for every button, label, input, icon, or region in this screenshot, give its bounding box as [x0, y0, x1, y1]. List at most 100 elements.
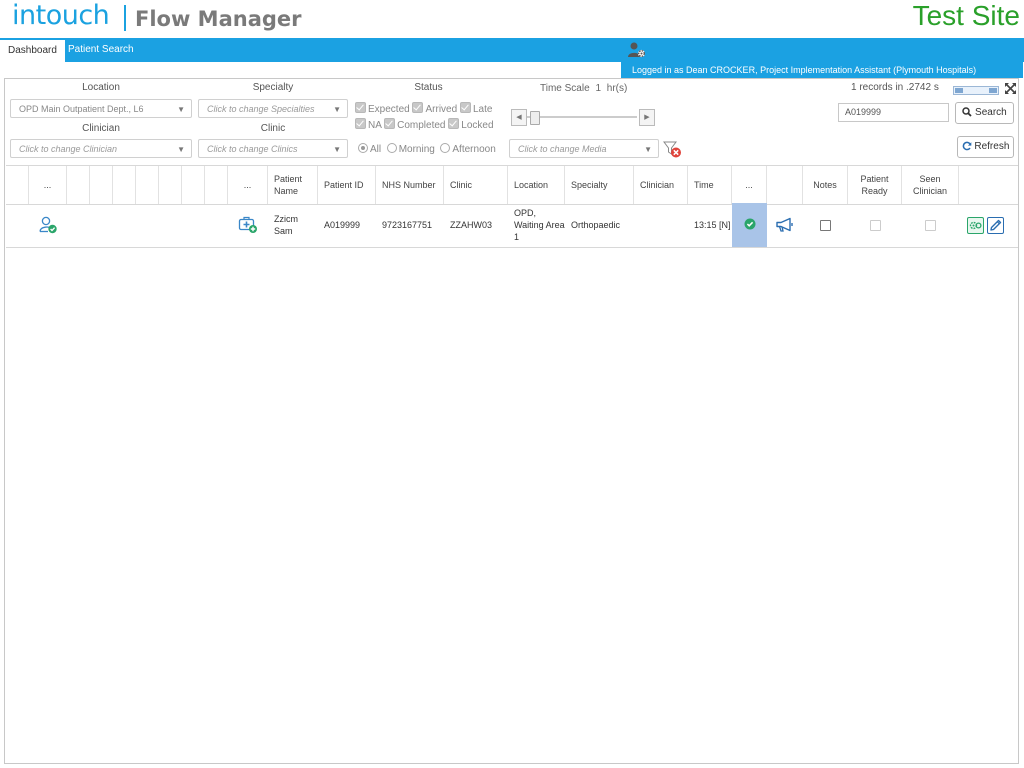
th-more-1[interactable]: ... — [29, 166, 67, 204]
location-label: Location — [82, 82, 120, 93]
checkbox-icon[interactable] — [355, 102, 366, 113]
clinic-select[interactable]: Click to change Clinics ▼ — [198, 139, 348, 158]
checkbox-icon[interactable] — [459, 102, 471, 113]
pencil-icon[interactable] — [987, 216, 1004, 234]
th-clinic[interactable]: Clinic — [444, 166, 508, 204]
th-more-3[interactable]: ... — [732, 166, 767, 204]
test-site-label: Test Site — [912, 0, 1020, 31]
cell-clinician — [634, 203, 688, 247]
search-input[interactable]: A019999 — [838, 103, 949, 122]
th-blank-3 — [90, 166, 113, 204]
cell-time: 13:15 [N] — [694, 220, 731, 230]
cell-status[interactable] — [732, 203, 767, 247]
row-actions — [967, 203, 1017, 247]
status-completed[interactable]: Completed — [384, 118, 445, 131]
notes-checkbox[interactable] — [803, 203, 848, 247]
th-actions — [959, 166, 1018, 204]
fullscreen-icon[interactable] — [1004, 82, 1017, 95]
login-status: Logged in as Dean CROCKER, Project Imple… — [621, 62, 1023, 78]
status-na[interactable]: NA — [355, 118, 381, 131]
slider-left-arrow[interactable]: ◀ — [511, 109, 527, 126]
checkbox-icon[interactable] — [925, 219, 936, 231]
clinician-select[interactable]: Click to change Clinician ▼ — [10, 139, 192, 158]
clinic-placeholder: Click to change Clinics — [207, 144, 298, 154]
specialty-select[interactable]: Click to change Specialties ▼ — [198, 99, 348, 118]
cell-location: OPD, Waiting Area 1 — [514, 208, 565, 242]
logo-intouch: intouch — [12, 0, 110, 31]
checkbox-icon[interactable] — [448, 118, 460, 129]
th-clinician[interactable]: Clinician — [634, 166, 688, 204]
status-late[interactable]: Late — [459, 102, 492, 115]
checkbox-icon[interactable] — [869, 219, 881, 231]
search-button-label: Search — [975, 107, 1007, 118]
th-seen-clinician[interactable]: Seen Clinician — [902, 166, 959, 204]
chevron-down-icon: ▼ — [177, 105, 185, 114]
checkbox-icon[interactable] — [412, 102, 424, 113]
status-expected[interactable]: Expected — [355, 102, 410, 115]
cell-patient-name: Zzicm Sam — [274, 214, 298, 236]
slider-thumb[interactable] — [530, 111, 540, 125]
status-arrived[interactable]: Arrived — [412, 102, 457, 115]
th-time[interactable]: Time — [688, 166, 732, 204]
th-location[interactable]: Location — [508, 166, 565, 204]
slider-right-arrow[interactable]: ▶ — [639, 109, 655, 126]
checkbox-icon[interactable] — [355, 118, 366, 129]
specialty-placeholder: Click to change Specialties — [207, 104, 315, 114]
th-blank-6 — [159, 166, 182, 204]
checkbox-icon[interactable] — [820, 219, 831, 231]
th-blank-5 — [136, 166, 159, 204]
checkbox-icon[interactable] — [384, 118, 396, 129]
cell-specialty: Orthopaedic — [571, 220, 621, 230]
filter-clear-icon[interactable] — [663, 140, 683, 159]
th-blank-1 — [6, 166, 29, 204]
radio-afternoon[interactable]: Afternoon — [440, 143, 496, 155]
refresh-icon — [962, 139, 972, 159]
chevron-down-icon: ▼ — [644, 145, 652, 154]
user-check-icon[interactable] — [29, 203, 67, 247]
search-icon — [962, 105, 972, 125]
status-checkboxes-row2: NA Completed Locked — [355, 118, 494, 131]
table-row[interactable]: Zzicm Sam A019999 9723167751 ZZAHW03 OPD… — [6, 203, 1018, 248]
radio-icon[interactable] — [440, 143, 451, 153]
refresh-button[interactable]: Refresh — [957, 136, 1014, 158]
patient-ready-checkbox[interactable] — [848, 203, 902, 247]
tab-patient-search[interactable]: Patient Search — [60, 38, 142, 62]
refresh-button-label: Refresh — [974, 141, 1010, 152]
megaphone-icon[interactable] — [767, 203, 803, 247]
check-circle-icon — [744, 218, 756, 233]
progress-indicator — [953, 83, 999, 95]
media-select[interactable]: Click to change Media ▼ — [509, 139, 659, 158]
records-info: 1 records in .2742 s — [851, 82, 939, 93]
radio-morning[interactable]: Morning — [386, 143, 435, 155]
th-patient-ready[interactable]: Patient Ready — [848, 166, 902, 204]
status-locked[interactable]: Locked — [448, 118, 494, 131]
clinician-label: Clinician — [82, 123, 120, 134]
nav-bar — [0, 38, 1024, 62]
gear-icon[interactable] — [967, 216, 984, 234]
time-scale-slider[interactable]: ◀ ▶ — [511, 109, 655, 126]
search-button[interactable]: Search — [955, 102, 1014, 124]
table-header: ... ... Patient Name Patient ID NHS Numb… — [6, 165, 1018, 205]
th-nhs-number[interactable]: NHS Number — [376, 166, 444, 204]
radio-all[interactable]: All — [358, 143, 381, 155]
th-patient-id[interactable]: Patient ID — [318, 166, 376, 204]
location-select[interactable]: OPD Main Outpatient Dept., L6 ▼ — [10, 99, 192, 118]
radio-icon[interactable] — [358, 143, 368, 153]
user-gear-icon[interactable] — [627, 41, 647, 59]
chevron-down-icon: ▼ — [333, 145, 341, 154]
status-label: Status — [414, 82, 443, 93]
th-more-2[interactable]: ... — [228, 166, 268, 204]
tab-dashboard[interactable]: Dashboard — [0, 38, 65, 62]
th-blank-4 — [113, 166, 136, 204]
cell-clinic: ZZAHW03 — [450, 220, 493, 230]
th-blank-8 — [205, 166, 228, 204]
th-notes[interactable]: Notes — [803, 166, 848, 204]
seen-clinician-checkbox[interactable] — [902, 203, 959, 247]
status-checkboxes-row1: Expected Arrived Late — [355, 102, 492, 115]
th-patient-name[interactable]: Patient Name — [268, 166, 318, 204]
th-specialty[interactable]: Specialty — [565, 166, 634, 204]
radio-icon[interactable] — [386, 143, 397, 153]
session-radios: All Morning Afternoon — [358, 143, 496, 155]
th-blank-2 — [67, 166, 90, 204]
medical-kit-add-icon[interactable] — [228, 203, 268, 247]
